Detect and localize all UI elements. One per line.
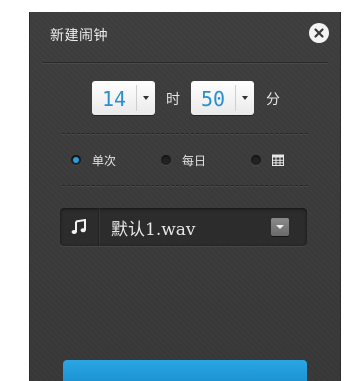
minute-value: 50 bbox=[200, 87, 226, 111]
music-icon-container bbox=[60, 208, 99, 246]
sound-value: 默认1.wav bbox=[111, 220, 196, 240]
calendar-icon bbox=[272, 154, 284, 166]
radio-once-indicator bbox=[71, 155, 81, 165]
sound-select[interactable]: 默认1.wav bbox=[60, 208, 307, 246]
radio-daily-label: 每日 bbox=[182, 154, 207, 168]
close-button[interactable] bbox=[309, 23, 329, 43]
hour-dropdown-icon[interactable] bbox=[138, 81, 155, 115]
hour-unit-label: 时 bbox=[166, 92, 180, 108]
radio-calendar-indicator bbox=[251, 155, 261, 165]
hour-value: 14 bbox=[101, 87, 127, 111]
minute-divider bbox=[235, 85, 236, 111]
time-divider bbox=[62, 133, 308, 135]
sound-dropdown-icon[interactable] bbox=[271, 218, 289, 236]
new-alarm-dialog: 新建闹钟 14 时 50 分 单次 每日 默认1.wav bbox=[29, 12, 341, 381]
hour-divider bbox=[136, 85, 137, 111]
dialog-title: 新建闹钟 bbox=[50, 28, 108, 44]
music-note-icon bbox=[71, 219, 86, 234]
minute-unit-label: 分 bbox=[266, 92, 280, 108]
repeat-divider bbox=[62, 185, 308, 187]
dialog-header: 新建闹钟 bbox=[30, 12, 340, 62]
confirm-button[interactable] bbox=[63, 360, 307, 381]
radio-daily-indicator bbox=[161, 155, 171, 165]
header-divider bbox=[42, 62, 328, 64]
minute-dropdown-icon[interactable] bbox=[237, 81, 254, 115]
close-icon bbox=[314, 28, 324, 38]
radio-once-label: 单次 bbox=[92, 154, 117, 168]
hour-stepper[interactable]: 14 bbox=[92, 81, 155, 115]
minute-stepper[interactable]: 50 bbox=[191, 81, 254, 115]
